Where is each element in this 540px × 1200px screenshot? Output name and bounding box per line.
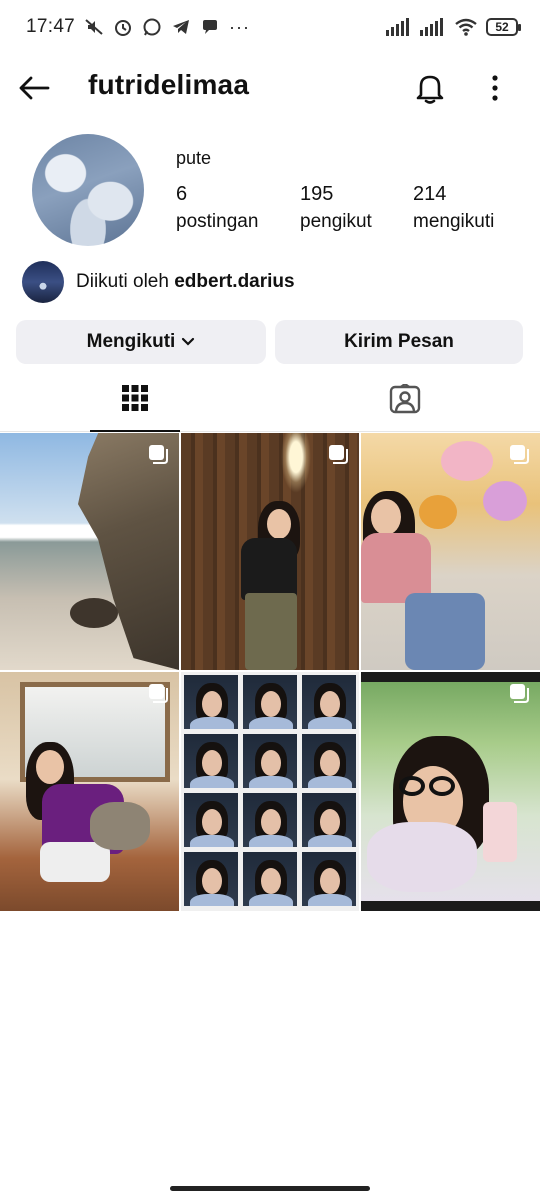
profile-tabs xyxy=(0,366,540,432)
post-thumbnail[interactable] xyxy=(0,433,179,670)
notifications-button[interactable] xyxy=(410,68,450,108)
stat-following-value: 214 xyxy=(413,183,447,205)
back-arrow-icon xyxy=(19,76,50,100)
following-button-label: Mengikuti xyxy=(86,331,176,352)
stat-posts[interactable]: 6 postingan xyxy=(176,183,258,233)
signal-icon-1 xyxy=(386,17,412,37)
tagged-person-icon xyxy=(389,384,421,414)
battery-indicator: 52 xyxy=(486,18,521,36)
followed-by-row[interactable]: Diikuti oleh edbert.darius xyxy=(22,260,295,304)
multiple-photos-icon xyxy=(510,684,529,703)
more-notifications-icon: ··· xyxy=(229,16,251,37)
alarm-icon xyxy=(113,17,133,37)
grid-icon xyxy=(122,385,148,411)
profile-avatar[interactable] xyxy=(32,134,144,246)
signal-icon-2 xyxy=(420,17,446,37)
followed-by-text: Diikuti oleh edbert.darius xyxy=(76,271,295,293)
vertical-dots-icon xyxy=(492,75,498,101)
followed-by-username: edbert.darius xyxy=(174,271,295,292)
post-thumbnail[interactable] xyxy=(361,672,540,911)
whatsapp-icon xyxy=(142,17,162,37)
profile-display-name: pute xyxy=(176,148,212,168)
stat-followers-label: pengikut xyxy=(300,211,372,232)
status-bar: 17:47 ··· 52 xyxy=(0,0,540,54)
stat-followers-value: 195 xyxy=(300,183,334,205)
send-message-button-label: Kirim Pesan xyxy=(344,331,454,352)
muted-icon xyxy=(84,17,104,37)
send-message-button[interactable]: Kirim Pesan xyxy=(275,320,523,364)
more-options-button[interactable] xyxy=(480,68,510,108)
stat-following[interactable]: 214 mengikuti xyxy=(413,183,494,233)
post-thumbnail[interactable] xyxy=(181,672,359,911)
status-time: 17:47 xyxy=(26,16,76,37)
wifi-icon xyxy=(454,17,478,37)
post-thumbnail[interactable] xyxy=(361,433,540,670)
back-button[interactable] xyxy=(16,70,52,106)
home-indicator[interactable] xyxy=(170,1186,370,1191)
chevron-down-icon xyxy=(182,337,195,346)
following-button[interactable]: Mengikuti xyxy=(16,320,266,364)
profile-header: futridelimaa xyxy=(0,56,540,118)
post-thumbnail[interactable] xyxy=(181,433,359,670)
follower-avatar xyxy=(22,261,64,303)
followed-by-prefix: Diikuti oleh xyxy=(76,271,169,292)
stat-following-label: mengikuti xyxy=(413,211,495,232)
stat-followers[interactable]: 195 pengikut xyxy=(300,183,372,233)
post-thumbnail[interactable] xyxy=(0,672,179,911)
tab-tagged[interactable] xyxy=(360,366,450,432)
stat-posts-value: 6 xyxy=(176,183,188,205)
profile-username: futridelimaa xyxy=(88,69,250,100)
multiple-photos-icon xyxy=(329,445,348,464)
tab-posts-grid[interactable] xyxy=(90,366,180,432)
multiple-photos-icon xyxy=(149,684,168,703)
chat-icon xyxy=(200,17,220,37)
stat-posts-label: postingan xyxy=(176,211,259,232)
multiple-photos-icon xyxy=(149,445,168,464)
multiple-photos-icon xyxy=(510,445,529,464)
telegram-icon xyxy=(171,17,191,37)
bell-icon xyxy=(416,75,444,104)
